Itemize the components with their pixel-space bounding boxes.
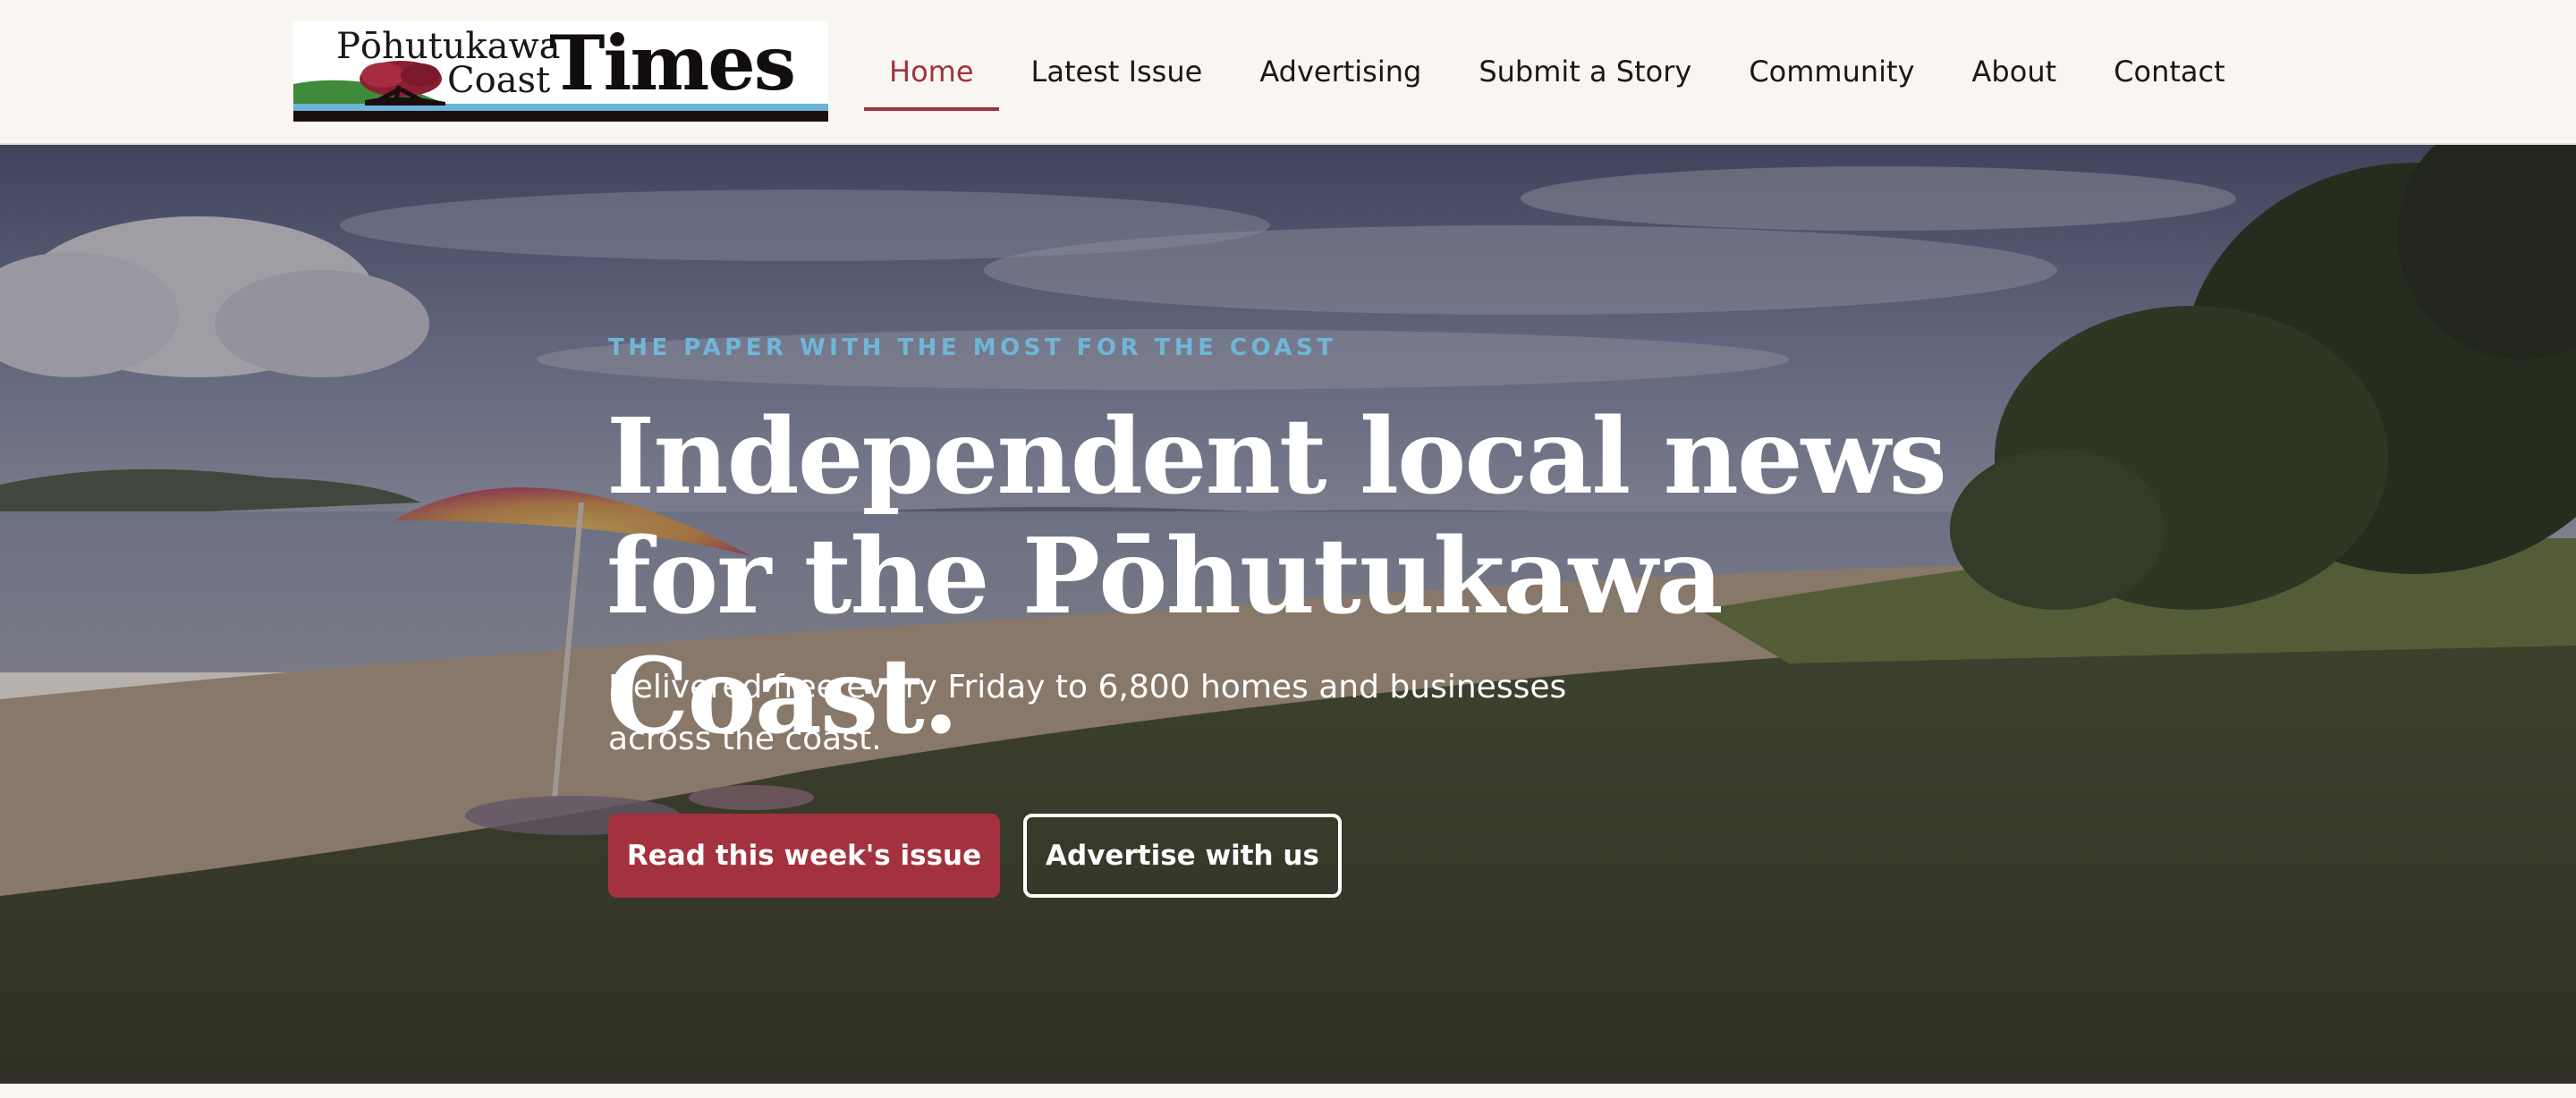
nav-advertising[interactable]: Advertising bbox=[1234, 0, 1446, 143]
nav-community[interactable]: Community bbox=[1724, 0, 1939, 143]
nav-contact[interactable]: Contact bbox=[2089, 0, 2250, 143]
hero-section: THE PAPER WITH THE MOST FOR THE COAST In… bbox=[0, 145, 2576, 1084]
logo-title: Times bbox=[549, 21, 796, 107]
page-bottom-strip bbox=[0, 1084, 2576, 1098]
logo-line-1: Pōhutukawa bbox=[336, 26, 561, 67]
hero-subtext: Delivered free every Friday to 6,800 hom… bbox=[608, 669, 1567, 757]
hero-eyebrow: THE PAPER WITH THE MOST FOR THE COAST bbox=[608, 334, 1337, 361]
advertise-with-us-button[interactable]: Advertise with us bbox=[1023, 814, 1342, 898]
site-header: Pōhutukawa Coast Times Home Latest Issue… bbox=[0, 0, 2576, 145]
nav-about[interactable]: About bbox=[1947, 0, 2082, 143]
nav-submit-a-story[interactable]: Submit a Story bbox=[1453, 0, 1716, 143]
nav-home[interactable]: Home bbox=[864, 0, 999, 143]
logo-line-2: Coast bbox=[447, 60, 551, 101]
read-this-weeks-issue-button[interactable]: Read this week's issue bbox=[608, 814, 1000, 898]
nav-latest-issue[interactable]: Latest Issue bbox=[1006, 0, 1228, 143]
main-nav: Home Latest Issue Advertising Submit a S… bbox=[864, 0, 2258, 143]
site-logo[interactable]: Pōhutukawa Coast Times bbox=[293, 21, 828, 122]
